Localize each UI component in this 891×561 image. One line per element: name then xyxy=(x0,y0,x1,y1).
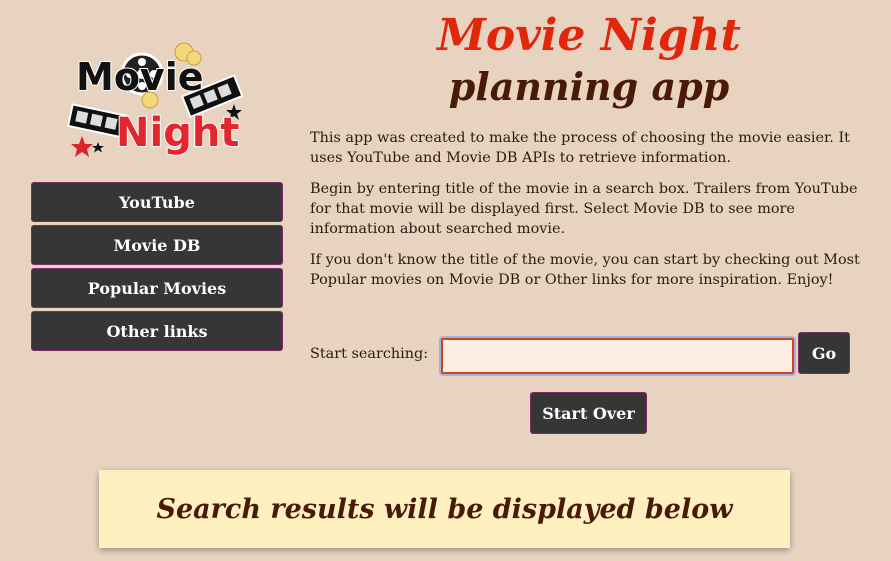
sidebar-nav: YouTube Movie DB Popular Movies Other li… xyxy=(31,182,283,354)
search-label: Start searching: xyxy=(310,346,429,362)
nav-popular-movies-button[interactable]: Popular Movies xyxy=(31,268,283,308)
page-subtitle: planning app xyxy=(448,64,730,109)
nav-moviedb-button[interactable]: Movie DB xyxy=(31,225,283,265)
nav-other-links-button[interactable]: Other links xyxy=(31,311,283,351)
go-button[interactable]: Go xyxy=(798,332,850,374)
start-over-button[interactable]: Start Over xyxy=(530,392,647,434)
description-paragraph-2: Begin by entering title of the movie in … xyxy=(310,181,858,237)
description-paragraph-1: This app was created to make the process… xyxy=(310,130,850,166)
search-row: Start searching: Go xyxy=(310,332,870,376)
page-title: Movie Night xyxy=(437,10,741,61)
results-heading: Search results will be displayed below xyxy=(156,493,733,525)
nav-youtube-button[interactable]: YouTube xyxy=(31,182,283,222)
results-banner: Search results will be displayed below xyxy=(99,470,790,548)
movie-night-logo: Movie Night xyxy=(62,38,252,160)
search-input[interactable] xyxy=(439,336,796,376)
svg-text:Movie: Movie xyxy=(76,55,204,99)
app-description: This app was created to make the process… xyxy=(310,128,870,301)
description-paragraph-3: If you don't know the title of the movie… xyxy=(310,252,860,288)
svg-text:Night: Night xyxy=(116,110,239,156)
